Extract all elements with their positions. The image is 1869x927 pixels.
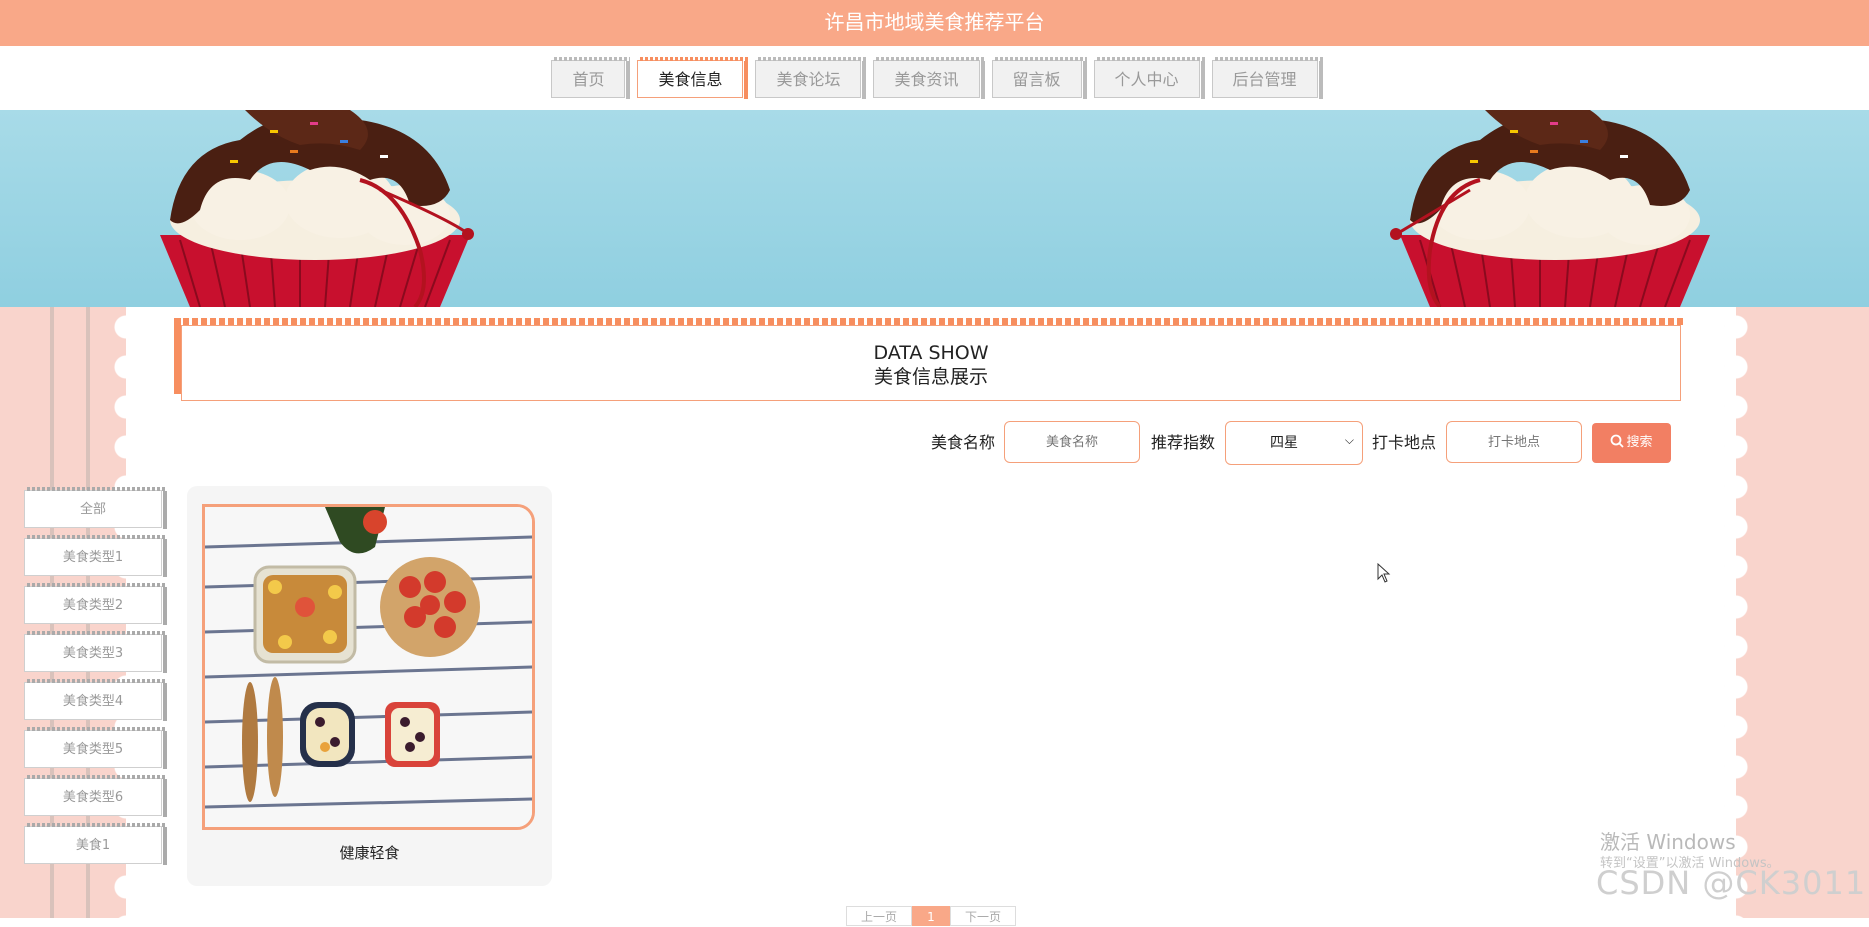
food-name-input[interactable] (1004, 421, 1140, 463)
windows-activation-watermark: 激活 Windows (1600, 830, 1736, 854)
mouse-cursor-icon (1377, 563, 1391, 583)
nav-item-food-info[interactable]: 美食信息 (637, 57, 749, 99)
category-item[interactable]: 美食类型1 (24, 535, 167, 577)
category-item[interactable]: 美食1 (24, 823, 167, 865)
nav-item-personal-center[interactable]: 个人中心 (1093, 57, 1205, 99)
food-card-image[interactable] (202, 504, 535, 830)
food-photo (205, 507, 532, 827)
cupcake-image (160, 110, 474, 307)
category-item[interactable]: 美食类型3 (24, 631, 167, 673)
right-decoration (1724, 307, 1869, 918)
nav-item-home[interactable]: 首页 (551, 57, 631, 99)
current-page[interactable]: 1 (912, 906, 950, 926)
section-heading: DATA SHOW 美食信息展示 (174, 318, 1686, 401)
category-item[interactable]: 全部 (24, 487, 167, 529)
csdn-watermark: CSDN @CK3011 (1596, 864, 1867, 902)
heading-english: DATA SHOW (873, 342, 989, 364)
nav-item-news[interactable]: 美食资讯 (873, 57, 985, 99)
heading-chinese: 美食信息展示 (873, 366, 988, 388)
rating-select-value: 四星 (1270, 435, 1298, 451)
search-icon (1611, 434, 1625, 448)
search-bar: 美食名称 推荐指数 四星 ⌵ 打卡地点 搜索 (0, 421, 1869, 465)
chevron-down-icon: ⌵ (1344, 433, 1354, 447)
rating-label: 推荐指数 (1151, 433, 1216, 452)
banner (0, 110, 1869, 307)
search-button-label: 搜索 (1626, 435, 1653, 450)
cupcake-image (1390, 110, 1710, 307)
nav-item-admin[interactable]: 后台管理 (1211, 57, 1323, 99)
nav-item-message-board[interactable]: 留言板 (991, 57, 1087, 99)
next-page-button[interactable]: 下一页 (950, 906, 1016, 926)
location-label: 打卡地点 (1372, 433, 1437, 452)
prev-page-button[interactable]: 上一页 (846, 906, 912, 926)
food-card[interactable]: 健康轻食 (187, 486, 552, 886)
category-item[interactable]: 美食类型4 (24, 679, 167, 721)
main-nav: 首页 美食信息 美食论坛 美食资讯 留言板 个人中心 后台管理 (0, 46, 1869, 110)
category-item[interactable]: 美食类型6 (24, 775, 167, 817)
location-input[interactable] (1446, 421, 1582, 463)
search-button[interactable]: 搜索 (1592, 423, 1671, 463)
rating-select[interactable]: 四星 ⌵ (1225, 421, 1363, 465)
nav-item-forum[interactable]: 美食论坛 (755, 57, 867, 99)
category-item[interactable]: 美食类型2 (24, 583, 167, 625)
pagination: 上一页 1 下一页 (846, 906, 1016, 926)
food-name-label: 美食名称 (931, 433, 996, 452)
food-card-title[interactable]: 健康轻食 (187, 842, 552, 863)
category-list: 全部 美食类型1 美食类型2 美食类型3 美食类型4 美食类型5 美食类型6 美… (24, 487, 167, 874)
site-title: 许昌市地域美食推荐平台 (0, 0, 1869, 46)
category-item[interactable]: 美食类型5 (24, 727, 167, 769)
